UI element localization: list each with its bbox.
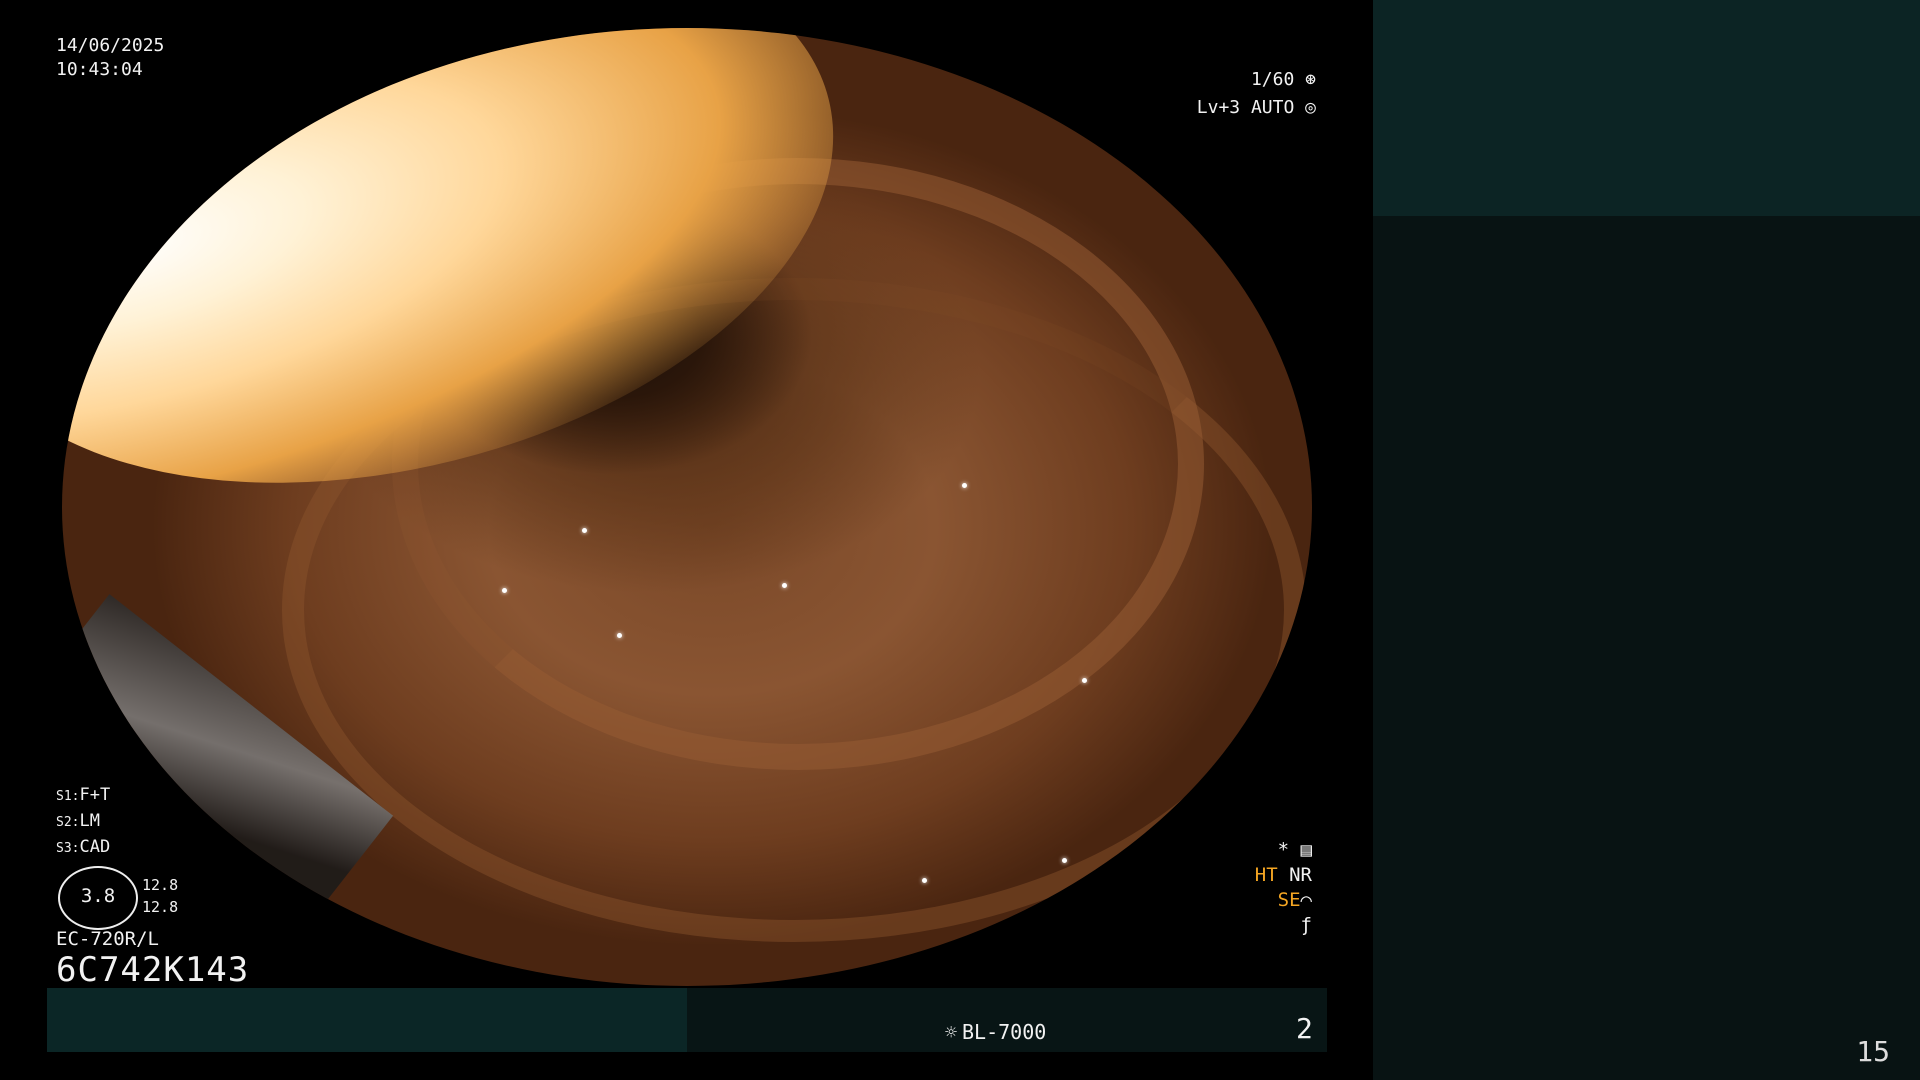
page-number: 15: [1856, 1035, 1890, 1068]
specular-highlight: [1082, 678, 1087, 683]
light-source: ☼ BL-7000: [940, 1020, 1046, 1044]
specular-highlight: [922, 878, 927, 883]
ht-indicator: HT: [1254, 864, 1278, 886]
specular-highlight: [617, 633, 622, 638]
gauge-values: 12.8 12.8: [142, 874, 178, 918]
se-indicator: SE: [1277, 889, 1301, 911]
sun-icon: ☼: [944, 1020, 958, 1044]
scope-serial: 6C742K143: [56, 950, 250, 990]
level-readout: Lv+3 AUTO ◎: [1197, 96, 1316, 120]
shutter-text: 1/60: [1250, 69, 1295, 90]
insertion-gauge: 3.8: [58, 866, 138, 930]
curve-icon: ƒ: [1300, 914, 1312, 936]
gauge-value-1: 12.8: [142, 876, 179, 894]
se-row: SE⌒: [1255, 888, 1312, 913]
mode-row: S1:F+T: [56, 785, 111, 805]
gauge-value-2: 12.8: [142, 898, 179, 916]
side-panel-header: [1373, 0, 1920, 216]
level-text: Lv+3 AUTO: [1196, 97, 1295, 118]
scope-switch-modes: S1:F+T S2:LM S3:CAD: [56, 783, 110, 861]
settings-icon: ▤: [1300, 839, 1312, 861]
endoscope-view: [62, 28, 1312, 986]
frame-number: 2: [1296, 1012, 1313, 1045]
date-time: 14/06/2025 10:43:04: [56, 34, 164, 82]
bottom-bar-left: [47, 988, 687, 1052]
specular-highlight: [502, 588, 507, 593]
settings-row: * ▤: [1277, 839, 1312, 861]
tone-icon: ⌒: [1300, 889, 1312, 911]
specular-highlight: [782, 583, 787, 588]
specular-highlight: [962, 483, 967, 488]
mode-row: S2:LM: [56, 811, 100, 831]
shutter-icon: ⊛: [1305, 69, 1316, 90]
light-source-text: BL-7000: [962, 1020, 1047, 1044]
nr-indicator: NR: [1289, 864, 1312, 886]
gauge-value: 3.8: [80, 885, 116, 907]
date-text: 14/06/2025: [56, 35, 165, 56]
time-text: 10:43:04: [56, 59, 143, 80]
ht-nr-row: HT NR: [1255, 863, 1312, 888]
scope-model: EC-720R/L: [56, 928, 159, 950]
specular-highlight: [582, 528, 587, 533]
image-settings-indicators: * ▤ HT NR SE⌒ ƒ: [1255, 838, 1312, 938]
auto-icon: ◎: [1305, 97, 1316, 118]
curve-row: ƒ: [1255, 913, 1312, 938]
shutter-readout: 1/60 ⊛: [1251, 68, 1316, 92]
specular-highlight: [1062, 858, 1067, 863]
mode-row: S3:CAD: [56, 837, 111, 857]
